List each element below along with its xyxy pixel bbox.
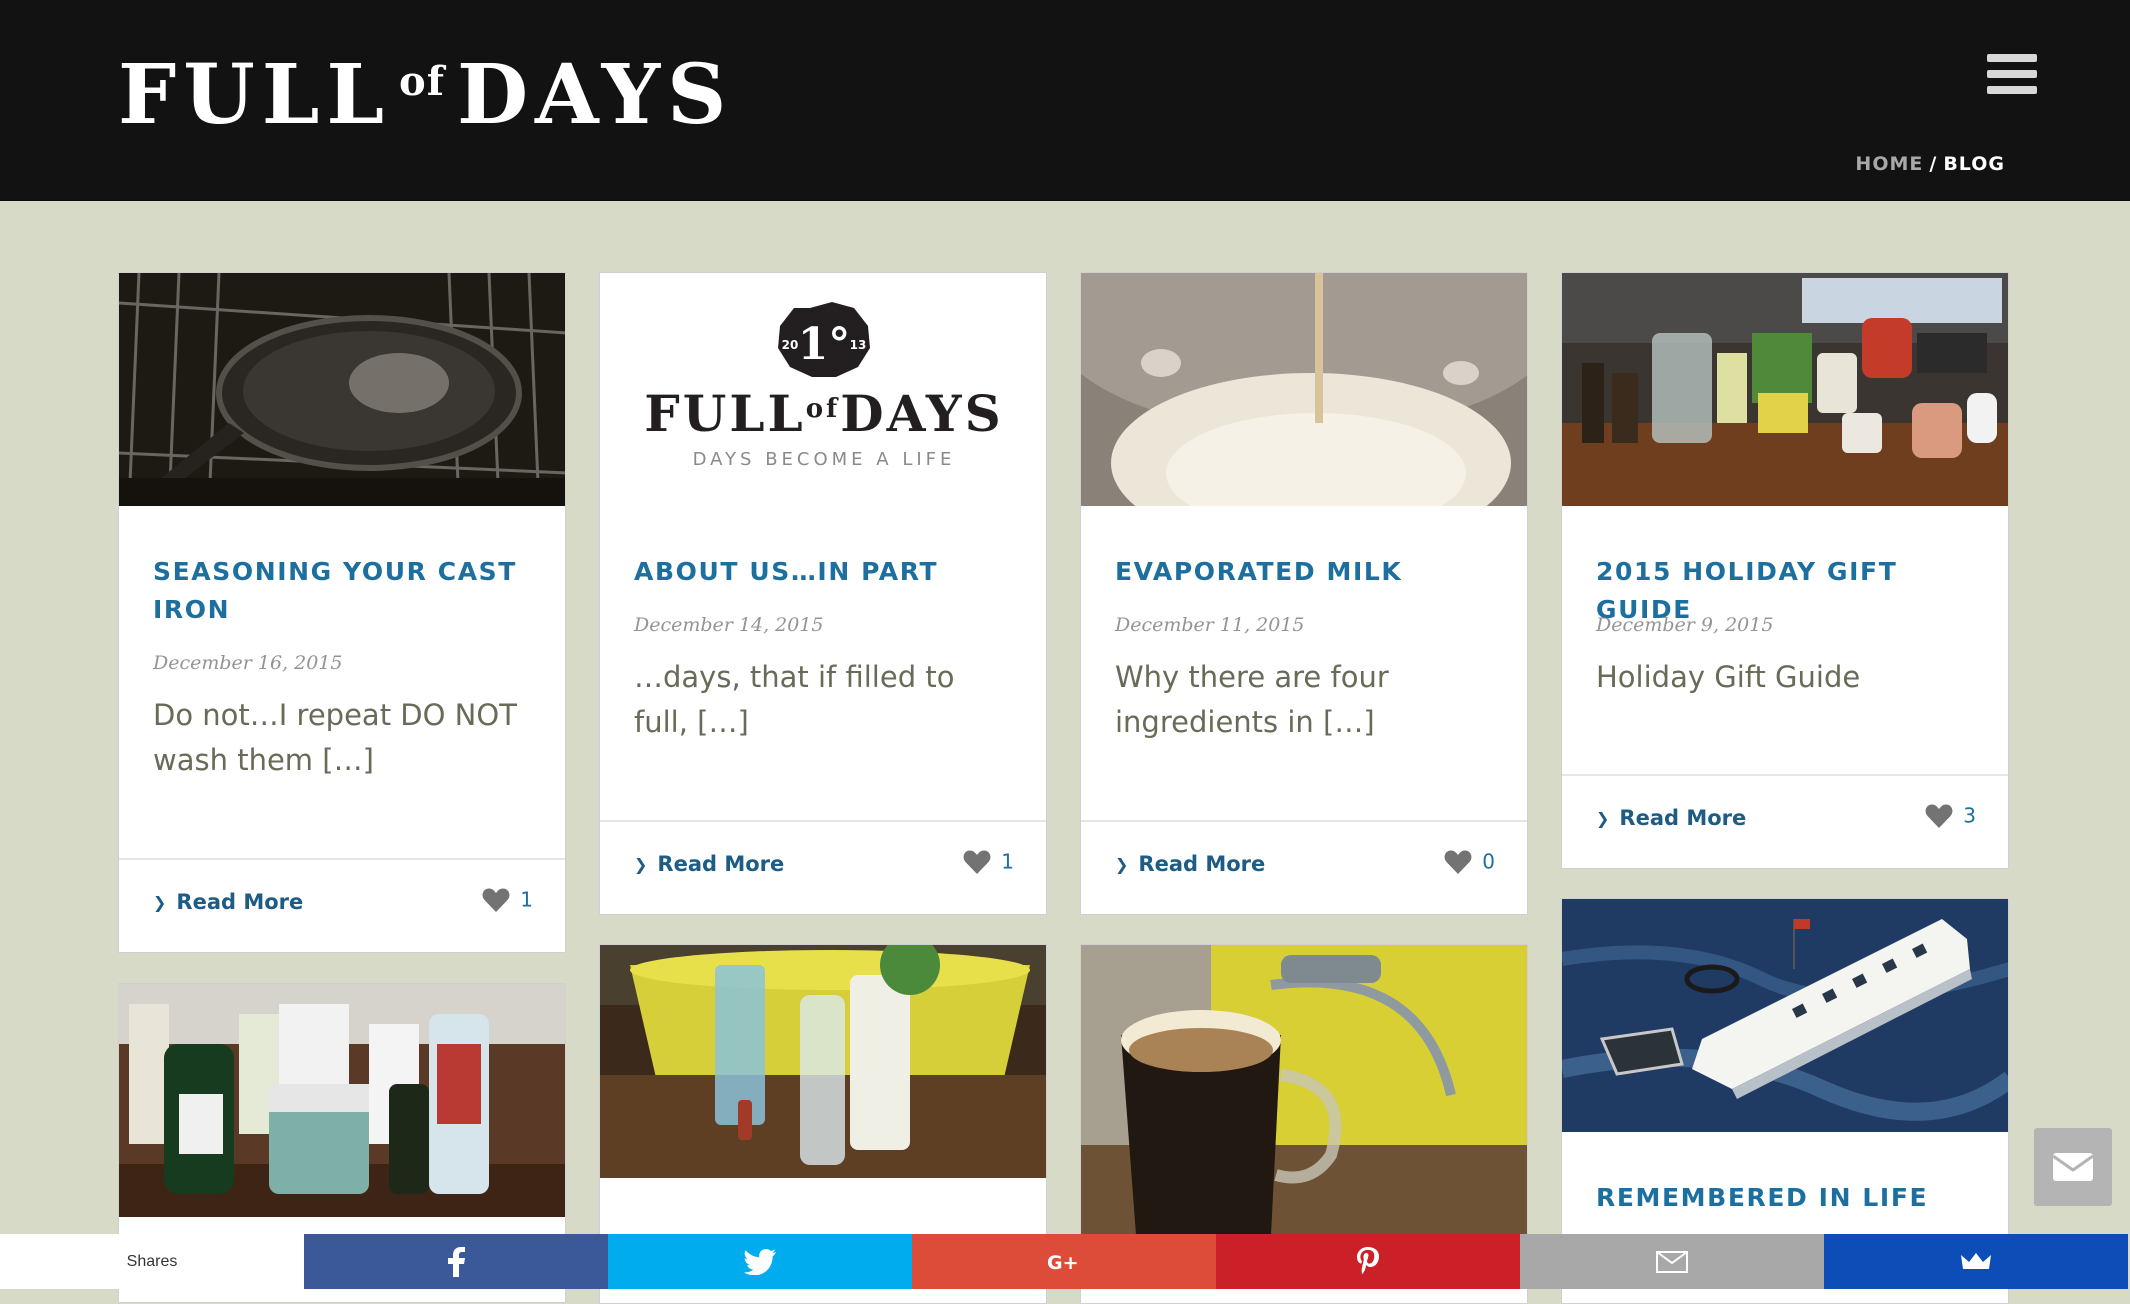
post-footer: ❯ Read More 1 xyxy=(119,858,565,952)
read-more-link[interactable]: ❯ Read More xyxy=(153,890,303,914)
like-button[interactable]: 1 xyxy=(482,886,533,913)
post-thumbnail-coffee-cup[interactable] xyxy=(1081,945,1527,1245)
read-more-link[interactable]: ❯ Read More xyxy=(634,852,784,876)
twitter-icon xyxy=(744,1248,776,1275)
post-title[interactable]: EVAPORATED MILK xyxy=(1115,553,1495,591)
post-thumbnail-cast-iron-skillet[interactable] xyxy=(119,273,565,506)
logo-days: DAYS xyxy=(456,47,734,143)
read-more-link[interactable]: ❯ Read More xyxy=(1596,806,1746,830)
chevron-right-icon: ❯ xyxy=(153,893,167,912)
pinterest-share-button[interactable] xyxy=(1216,1234,1520,1289)
google-plus-share-button[interactable]: G+ xyxy=(912,1234,1216,1289)
logo-badge-year-left: 20 xyxy=(782,338,799,352)
post-card: 1° 20 13 FULLofDAYS DAYS BECOME A LIFE A… xyxy=(599,272,1047,915)
like-count: 1 xyxy=(1001,849,1014,874)
email-share-button[interactable] xyxy=(1520,1234,1824,1289)
envelope-icon xyxy=(2052,1153,2094,1181)
facebook-icon xyxy=(448,1246,465,1277)
envelope-icon xyxy=(1656,1250,1688,1273)
chevron-right-icon: ❯ xyxy=(634,855,648,874)
post-thumbnail-full-of-days-logo[interactable]: 1° 20 13 FULLofDAYS DAYS BECOME A LIFE xyxy=(600,273,1046,506)
post-date: December 14, 2015 xyxy=(634,614,824,636)
heart-icon xyxy=(963,850,991,874)
logo-full: FULL xyxy=(118,47,392,143)
post-excerpt: Why there are four ingredients in […] xyxy=(1115,660,1389,739)
logo-tagline: DAYS BECOME A LIFE xyxy=(693,449,956,470)
like-button[interactable]: 0 xyxy=(1444,848,1495,875)
post-date: December 9, 2015 xyxy=(1596,614,1774,636)
google-plus-icon: G+ xyxy=(1047,1252,1079,1273)
post-thumbnail-natural-products[interactable] xyxy=(119,984,565,1217)
chevron-right-icon: ❯ xyxy=(1115,855,1129,874)
post-excerpt: Holiday Gift Guide xyxy=(1596,660,1861,694)
thumb-logo-of: of xyxy=(806,394,841,424)
breadcrumb-current: BLOG xyxy=(1943,153,2005,175)
like-count: 0 xyxy=(1482,849,1495,874)
read-more-link[interactable]: ❯ Read More xyxy=(1115,852,1265,876)
post-date: December 16, 2015 xyxy=(153,652,343,674)
thumb-logo-days: DAYS xyxy=(840,384,1003,443)
sumome-crown-icon xyxy=(1961,1252,1991,1269)
post-footer: ❯ Read More 0 xyxy=(1081,820,1527,914)
logo-badge-number: 1° xyxy=(798,319,851,370)
thumb-logo-full: FULL xyxy=(644,384,805,443)
breadcrumb: HOME / BLOG xyxy=(1855,153,2005,175)
like-count: 3 xyxy=(1963,803,1976,828)
pinterest-icon xyxy=(1357,1246,1379,1274)
post-excerpt: Do not…I repeat DO NOT wash them […] xyxy=(153,698,517,777)
chevron-right-icon: ❯ xyxy=(1596,809,1610,828)
post-thumbnail-evaporated-milk-pot[interactable] xyxy=(1081,273,1527,506)
post-card: 2015 HOLIDAY GIFT GUIDE December 9, 2015… xyxy=(1561,272,2009,869)
like-count: 1 xyxy=(520,887,533,912)
post-excerpt: …days, that if filled to full, […] xyxy=(634,660,955,739)
heart-icon xyxy=(482,888,510,912)
hamburger-menu-icon[interactable] xyxy=(1987,54,2037,96)
post-card: EVAPORATED MILK December 11, 2015 Why th… xyxy=(1080,272,1528,915)
post-title[interactable]: SEASONING YOUR CAST IRON xyxy=(153,553,533,629)
site-logo[interactable]: FULL of DAYS xyxy=(118,32,733,145)
heart-icon xyxy=(1444,850,1472,874)
post-title[interactable]: REMEMBERED IN LIFE xyxy=(1596,1179,1976,1217)
post-thumbnail-uss-arizona-memorial[interactable] xyxy=(1562,899,2008,1132)
post-date: December 11, 2015 xyxy=(1115,614,1305,636)
shares-label: Shares xyxy=(0,1234,304,1289)
post-title[interactable]: ABOUT US…IN PART xyxy=(634,553,1014,591)
facebook-share-button[interactable] xyxy=(304,1234,608,1289)
heart-icon xyxy=(1925,804,1953,828)
breadcrumb-home-link[interactable]: HOME xyxy=(1855,153,1923,175)
contact-button[interactable] xyxy=(2034,1128,2112,1206)
like-button[interactable]: 1 xyxy=(963,848,1014,875)
site-header: FULL of DAYS HOME / BLOG xyxy=(0,0,2130,201)
logo-badge-year-right: 13 xyxy=(850,338,867,352)
post-card: SEASONING YOUR CAST IRON December 16, 20… xyxy=(118,272,566,953)
logo-of: of xyxy=(399,58,445,105)
sumome-share-button[interactable] xyxy=(1824,1234,2128,1289)
post-footer: ❯ Read More 1 xyxy=(600,820,1046,914)
twitter-share-button[interactable] xyxy=(608,1234,912,1289)
svg-text:G+: G+ xyxy=(1047,1252,1079,1273)
post-footer: ❯ Read More 3 xyxy=(1562,774,2008,868)
post-thumbnail-cleaning-supplies[interactable] xyxy=(600,945,1046,1178)
post-thumbnail-holiday-gifts[interactable] xyxy=(1562,273,2008,506)
breadcrumb-separator: / xyxy=(1929,153,1938,175)
social-share-bar: Shares G+ xyxy=(0,1234,2130,1289)
like-button[interactable]: 3 xyxy=(1925,802,1976,829)
